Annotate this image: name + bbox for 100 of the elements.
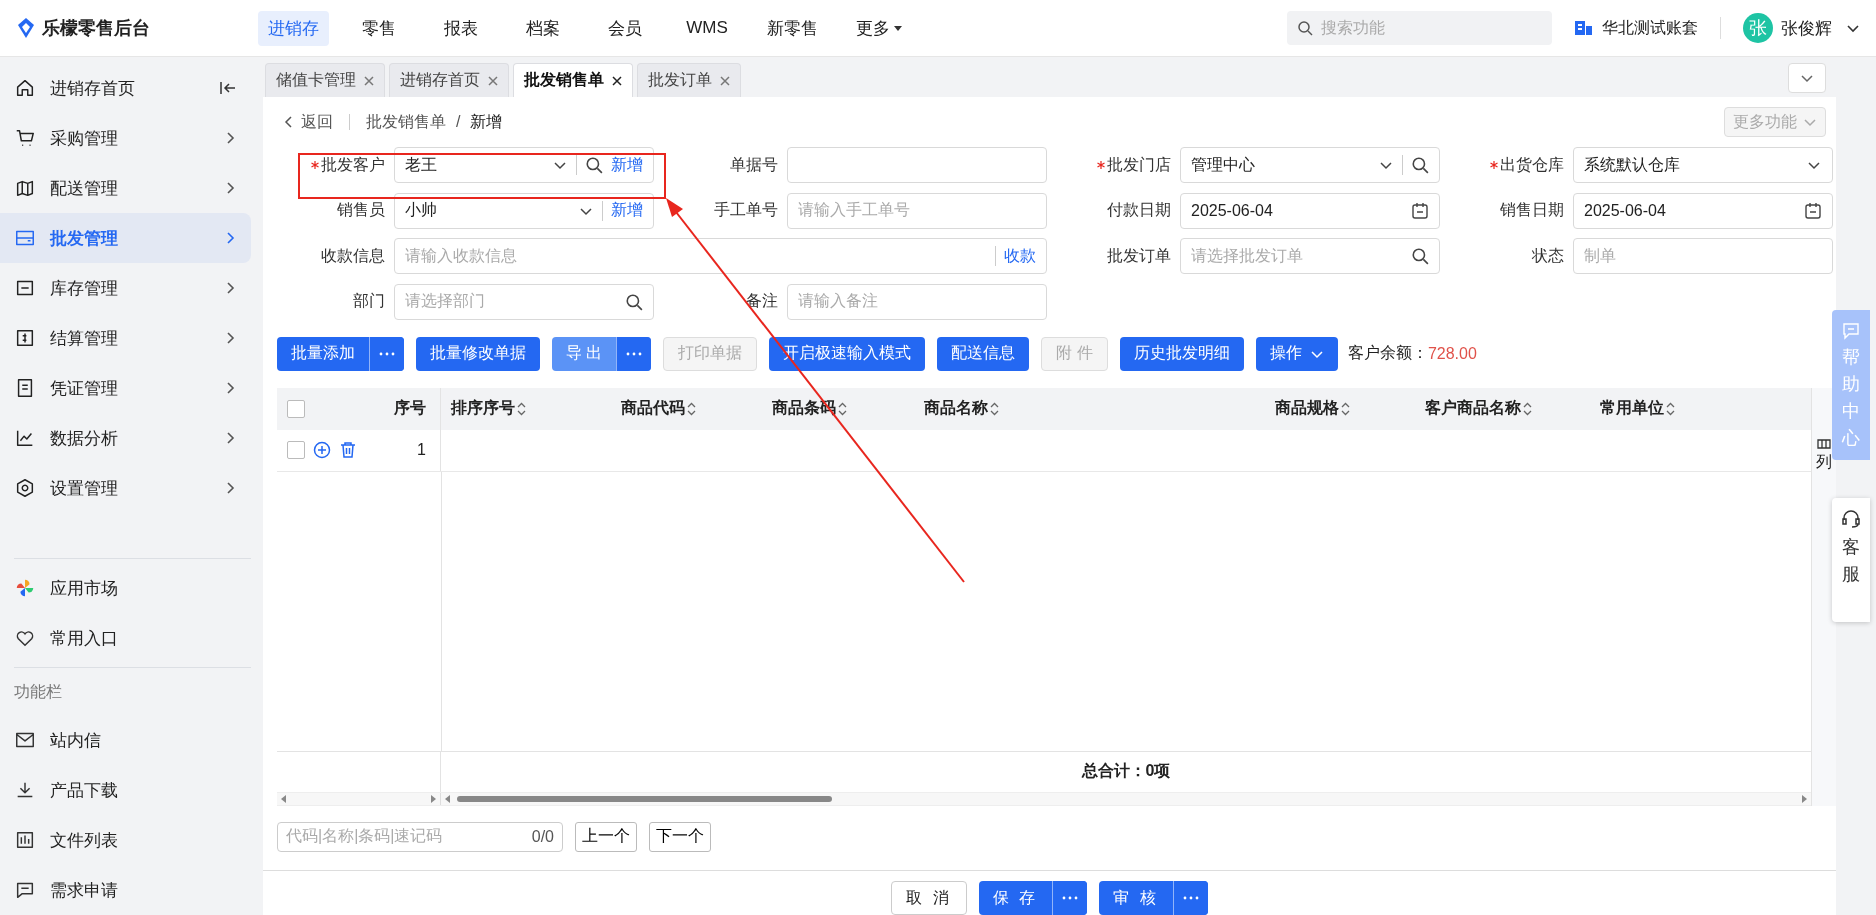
sidebar-item[interactable]: 结算管理 <box>0 313 251 363</box>
scroll-left-icon[interactable] <box>281 794 287 803</box>
required-icon <box>1097 161 1105 169</box>
field-link[interactable]: 收款 <box>1004 245 1036 267</box>
sidebar-item[interactable]: 配送管理 <box>0 163 251 213</box>
more-icon[interactable] <box>1052 881 1088 915</box>
sidebar-item[interactable]: 设置管理 <box>0 463 251 513</box>
calendar-icon[interactable] <box>1804 201 1822 220</box>
field-label: 付款日期 <box>1107 200 1171 220</box>
field-link[interactable]: 新增 <box>611 200 643 221</box>
action-button[interactable]: 审 核 <box>1099 881 1208 915</box>
sidebar-item[interactable]: 数据分析 <box>0 413 251 463</box>
nav-item[interactable]: 新零售 <box>757 10 828 46</box>
delete-icon[interactable] <box>339 441 357 459</box>
sidebar-item[interactable]: 应用市场 <box>0 563 251 613</box>
sidebar-item[interactable]: 采购管理 <box>0 113 251 163</box>
scroll-left-icon[interactable] <box>445 794 451 803</box>
sidebar-item[interactable]: 常用入口 <box>0 613 251 663</box>
more-icon[interactable] <box>616 336 652 371</box>
input-field[interactable]: 老王 新增 <box>394 147 654 183</box>
search-field[interactable]: 代码|名称|条码|速记码 0/0 <box>277 821 563 852</box>
tab[interactable]: 批发销售单 <box>513 63 633 97</box>
nav-item[interactable]: 会员 <box>593 10 657 46</box>
sort-icon[interactable] <box>1666 401 1675 416</box>
nav-item[interactable]: 零售 <box>347 10 411 46</box>
column-header[interactable]: 序号 <box>394 398 426 419</box>
input-field[interactable]: 小帅 新增 <box>394 192 654 229</box>
input-field[interactable]: 系统默认仓库 <box>1573 147 1833 183</box>
search-icon[interactable] <box>1411 247 1429 265</box>
column-header[interactable]: 常用单位 <box>1600 398 1675 419</box>
scrollbar-thumb[interactable] <box>457 795 832 802</box>
input-field[interactable]: 请输入收款信息 收款 <box>394 238 1047 274</box>
nav-item[interactable]: 档案 <box>511 10 575 46</box>
sort-icon[interactable] <box>517 401 526 416</box>
more-menu[interactable]: 更多 <box>846 10 913 46</box>
previous-button[interactable]: 上一个 <box>575 821 637 852</box>
column-header[interactable]: 商品名称 <box>924 398 999 419</box>
headset-icon <box>1840 508 1862 530</box>
breadcrumb-link[interactable]: 批发销售单 <box>366 111 446 133</box>
input-field[interactable]: 2025-06-04 <box>1573 192 1833 229</box>
sidebar-item[interactable]: 站内信 <box>0 715 251 765</box>
input-field[interactable]: 2025-06-04 <box>1180 192 1440 229</box>
breadcrumb-separator: / <box>456 113 461 131</box>
sidebar-item[interactable]: 产品下载 <box>0 765 251 815</box>
back-link[interactable]: 返回 <box>283 111 333 133</box>
input-field[interactable] <box>787 147 1047 183</box>
tab[interactable]: 储值卡管理 <box>265 63 385 97</box>
scroll-right-icon[interactable] <box>1801 794 1807 803</box>
cart-icon <box>14 127 36 149</box>
sidebar-item[interactable]: 文件列表 <box>0 815 251 865</box>
sidebar-item[interactable]: 进销存首页 <box>0 63 251 113</box>
tab[interactable]: 进销存首页 <box>389 63 509 97</box>
action-button[interactable]: 保 存 <box>978 881 1088 915</box>
nav-item[interactable]: 进销存 <box>258 10 329 46</box>
column-header[interactable]: 商品规格 <box>1275 398 1350 419</box>
tab[interactable]: 批发订单 <box>637 63 741 97</box>
toolbar-button[interactable]: 历史批发明细 <box>1119 336 1244 371</box>
sidebar-item[interactable]: 库存管理 <box>0 263 251 313</box>
toolbar-button[interactable]: 操作 <box>1255 336 1338 371</box>
search-icon[interactable] <box>1411 156 1429 174</box>
customer-service-tab[interactable]: 客服 <box>1832 498 1870 622</box>
toolbar-button[interactable]: 批量修改单据 <box>416 336 540 371</box>
total-summary: 总合计：0项 <box>1080 761 1172 781</box>
field-label: 批发订单 <box>1107 245 1171 266</box>
sort-icon[interactable] <box>687 401 696 416</box>
sort-icon[interactable] <box>1341 401 1350 416</box>
account-name[interactable]: 华北测试账套 <box>1602 17 1698 39</box>
close-icon[interactable] <box>612 75 622 86</box>
next-button[interactable]: 下一个 <box>649 821 711 852</box>
field-link[interactable]: 新增 <box>611 154 643 176</box>
column-header[interactable]: 排序序号 <box>451 398 526 419</box>
user-name[interactable]: 张俊辉 <box>1781 16 1832 40</box>
nav-item[interactable]: WMS <box>675 10 739 46</box>
add-icon[interactable] <box>313 441 331 459</box>
toolbar-button[interactable]: 配送信息 <box>937 336 1030 371</box>
section-label: 功能栏 <box>13 682 63 702</box>
sort-icon[interactable] <box>838 401 847 416</box>
checkbox[interactable] <box>287 441 305 459</box>
column-header[interactable]: 商品代码 <box>621 398 696 419</box>
more-icon[interactable] <box>369 336 404 371</box>
columns-icon[interactable] <box>1817 437 1831 450</box>
sidebar-item[interactable]: 批发管理 <box>0 213 251 263</box>
column-header[interactable]: 客户商品名称 <box>1425 398 1532 419</box>
toolbar-button[interactable]: 批量添加 <box>277 336 404 371</box>
nav-item[interactable]: 报表 <box>429 10 493 46</box>
input-field[interactable]: 管理中心 <box>1180 147 1440 183</box>
search-icon[interactable] <box>625 292 643 311</box>
column-settings-label[interactable]: 列 <box>1816 451 1832 473</box>
scroll-right-icon[interactable] <box>430 794 436 803</box>
sidebar-item[interactable]: 凭证管理 <box>0 363 251 413</box>
balance-value: 728.00 <box>1427 344 1477 363</box>
field-label: 部门 <box>353 291 385 311</box>
checkbox[interactable] <box>287 399 305 418</box>
sort-icon[interactable] <box>990 401 999 416</box>
collapse-icon[interactable] <box>219 80 237 96</box>
sidebar-item[interactable]: 需求申请 <box>0 865 251 915</box>
calendar-icon[interactable] <box>1411 201 1429 220</box>
action-button[interactable]: 取 消 <box>891 881 967 915</box>
search-icon[interactable] <box>585 156 603 174</box>
sort-icon[interactable] <box>1523 401 1532 416</box>
